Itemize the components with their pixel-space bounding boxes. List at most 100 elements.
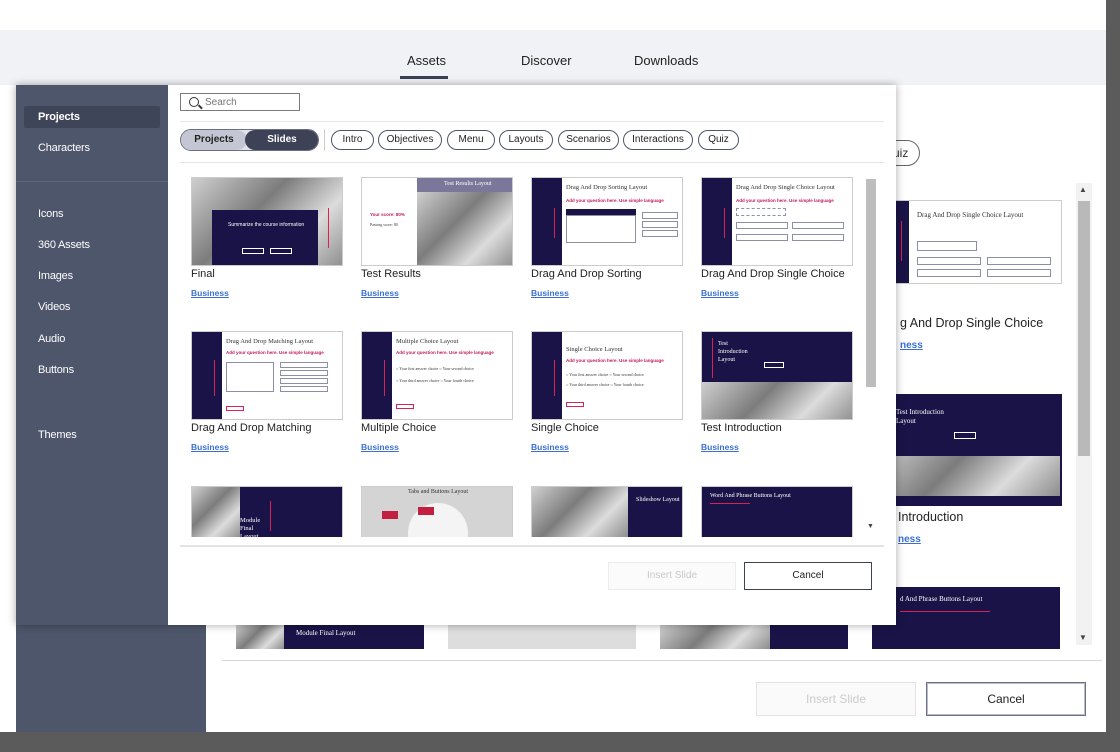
sidebar-divider: [16, 181, 168, 182]
sidebar-item-buttons[interactable]: Buttons: [38, 364, 74, 376]
slide-card-title: Drag And Drop Single Choice: [701, 268, 845, 280]
slide-card[interactable]: Word And Phrase Buttons Layout: [701, 486, 853, 537]
filter-objectives[interactable]: Objectives: [378, 130, 442, 150]
background-card-title: g And Drop Single Choice: [900, 316, 1044, 330]
slide-card-category[interactable]: Business: [701, 288, 739, 298]
filter-interactions[interactable]: Interactions: [623, 130, 693, 150]
background-card-category[interactable]: ness: [898, 534, 921, 545]
filter-layouts[interactable]: Layouts: [499, 130, 553, 150]
sidebar: Projects Characters Icons 360 Assets Ima…: [16, 85, 168, 605]
tab-discover[interactable]: Discover: [521, 53, 572, 68]
background-scroll-thumb[interactable]: [1078, 201, 1090, 456]
slide-thumbnail: Drag And Drop Matching Layout Add your q…: [191, 331, 343, 420]
slide-card-category[interactable]: Business: [531, 442, 569, 452]
slide-thumb-title: Drag And Drop Sorting Layout: [566, 184, 648, 191]
slide-browser: Projects Slides Intro Objectives Menu La…: [168, 85, 896, 625]
slide-card-title: Multiple Choice: [361, 422, 437, 434]
background-scrollbar[interactable]: ▲ ▼: [1076, 183, 1092, 645]
slide-card-title: Drag And Drop Sorting: [531, 268, 642, 280]
slide-thumb-title: Multiple Choice Layout: [396, 338, 459, 345]
sidebar-item-videos[interactable]: Videos: [38, 301, 70, 313]
slide-card[interactable]: Slideshow Layout: [531, 486, 683, 537]
scroll-down-icon[interactable]: ▼: [1079, 633, 1087, 642]
slide-thumbnail: Test Introduction Layout: [701, 331, 853, 420]
active-tab-indicator: [400, 76, 448, 79]
sidebar-item-images[interactable]: Images: [38, 270, 73, 282]
background-card-thumbnail: Module Final Layout: [236, 625, 424, 649]
background-footer-divider: [222, 660, 1102, 661]
tab-assets[interactable]: Assets: [407, 53, 446, 68]
tab-downloads[interactable]: Downloads: [634, 53, 698, 68]
background-card-thumbnail: d And Phrase Buttons Layout: [872, 587, 1060, 649]
sidebar-item-themes[interactable]: Themes: [38, 429, 77, 441]
slide-thumbnail: Test Results Layout Your score: 80% Pass…: [361, 177, 513, 266]
background-insert-slide-button[interactable]: Insert Slide: [756, 682, 916, 716]
scroll-down-icon[interactable]: ▼: [867, 523, 874, 530]
slide-thumbnail: Summarize the course information: [191, 177, 343, 266]
sidebar-item-characters[interactable]: Characters: [38, 142, 90, 154]
sidebar-item-360-assets[interactable]: 360 Assets: [38, 239, 90, 251]
slide-thumb-title: Drag And Drop Single Choice Layout: [736, 184, 835, 191]
search-box[interactable]: [180, 93, 300, 111]
footer-divider: [180, 545, 884, 547]
filter-intro[interactable]: Intro: [331, 130, 374, 150]
background-card-thumbnail: Drag And Drop Single Choice Layout: [872, 200, 1062, 284]
background-card-slideshow[interactable]: [660, 625, 848, 649]
background-card-test-introduction[interactable]: Test Introduction Layout Introduction ne…: [872, 394, 1062, 554]
slide-thumbnail: Module Final Layout: [191, 486, 343, 537]
slide-thumbnail: Tabs and Buttons Layout: [361, 486, 513, 537]
background-card-category[interactable]: ness: [900, 340, 923, 351]
insert-slide-button[interactable]: Insert Slide: [608, 562, 736, 590]
slide-card-category[interactable]: Business: [191, 442, 229, 452]
slide-card[interactable]: Module Final Layout: [191, 486, 343, 537]
slide-thumb-title: Module Final Layout: [240, 517, 261, 537]
projects-slides-toggle[interactable]: Projects Slides: [180, 129, 319, 151]
filter-menu[interactable]: Menu: [447, 130, 495, 150]
background-card-word-phrase[interactable]: d And Phrase Buttons Layout: [872, 587, 1060, 649]
slide-card-title: Single Choice: [531, 422, 599, 434]
asset-panel-window: Assets Discover Downloads uiz Drag And D…: [0, 0, 1106, 732]
slide-thumbnail: Slideshow Layout: [531, 486, 683, 537]
background-card-tabs[interactable]: [448, 625, 636, 649]
toggle-projects[interactable]: Projects: [181, 130, 247, 150]
slide-thumb-title: Test Introduction Layout: [718, 341, 748, 363]
filter-scenarios[interactable]: Scenarios: [558, 130, 619, 150]
slide-thumbnail: Word And Phrase Buttons Layout: [701, 486, 853, 537]
background-card-module-final[interactable]: Module Final Layout: [236, 625, 424, 649]
filter-quiz[interactable]: Quiz: [698, 130, 739, 150]
sidebar-item-audio[interactable]: Audio: [38, 333, 65, 345]
slide-card-category[interactable]: Business: [701, 442, 739, 452]
sidebar-item-projects[interactable]: Projects: [24, 106, 160, 128]
grid-scroll-thumb[interactable]: [866, 179, 876, 387]
slide-card-category[interactable]: Business: [191, 288, 229, 298]
background-card-single-choice[interactable]: Drag And Drop Single Choice Layout g And…: [872, 200, 1062, 360]
slide-thumbnail: Multiple Choice Layout Add your question…: [361, 331, 513, 420]
top-tab-bar: Assets Discover Downloads: [0, 30, 1106, 85]
slide-card-category[interactable]: Business: [361, 442, 399, 452]
background-thumb-title: Test Introduction Layout: [896, 408, 944, 425]
slide-thumbnail: Drag And Drop Single Choice Layout Add y…: [701, 177, 853, 266]
slide-card-category[interactable]: Business: [361, 288, 399, 298]
slide-card-category[interactable]: Business: [531, 288, 569, 298]
background-card-thumbnail: Test Introduction Layout: [872, 394, 1062, 506]
toggle-slides[interactable]: Slides: [245, 130, 318, 150]
window-top-strip: [0, 0, 1106, 30]
sidebar-item-icons[interactable]: Icons: [38, 208, 63, 220]
cancel-button[interactable]: Cancel: [744, 562, 872, 590]
grid-scrollbar[interactable]: ▼: [864, 171, 878, 535]
search-input[interactable]: [205, 95, 295, 109]
slide-thumb-title: Word And Phrase Buttons Layout: [710, 493, 791, 499]
filter-divider: [324, 129, 325, 151]
slide-thumb-title: Drag And Drop Matching Layout: [226, 338, 314, 345]
grid-top-divider: [180, 162, 884, 163]
slide-thumb-title: Slideshow Layout: [636, 497, 680, 503]
background-thumb-title: Module Final Layout: [296, 629, 356, 637]
background-thumb-title: Drag And Drop Single Choice Layout: [917, 211, 1024, 219]
slide-card-title: Test Results: [361, 268, 421, 280]
slide-card-title: Final: [191, 268, 215, 280]
slide-thumbnail: Drag And Drop Sorting Layout Add your qu…: [531, 177, 683, 266]
scroll-up-icon[interactable]: ▲: [1079, 185, 1087, 194]
search-icon: [189, 97, 199, 107]
slide-card[interactable]: Tabs and Buttons Layout: [361, 486, 513, 537]
background-cancel-button[interactable]: Cancel: [926, 682, 1086, 716]
